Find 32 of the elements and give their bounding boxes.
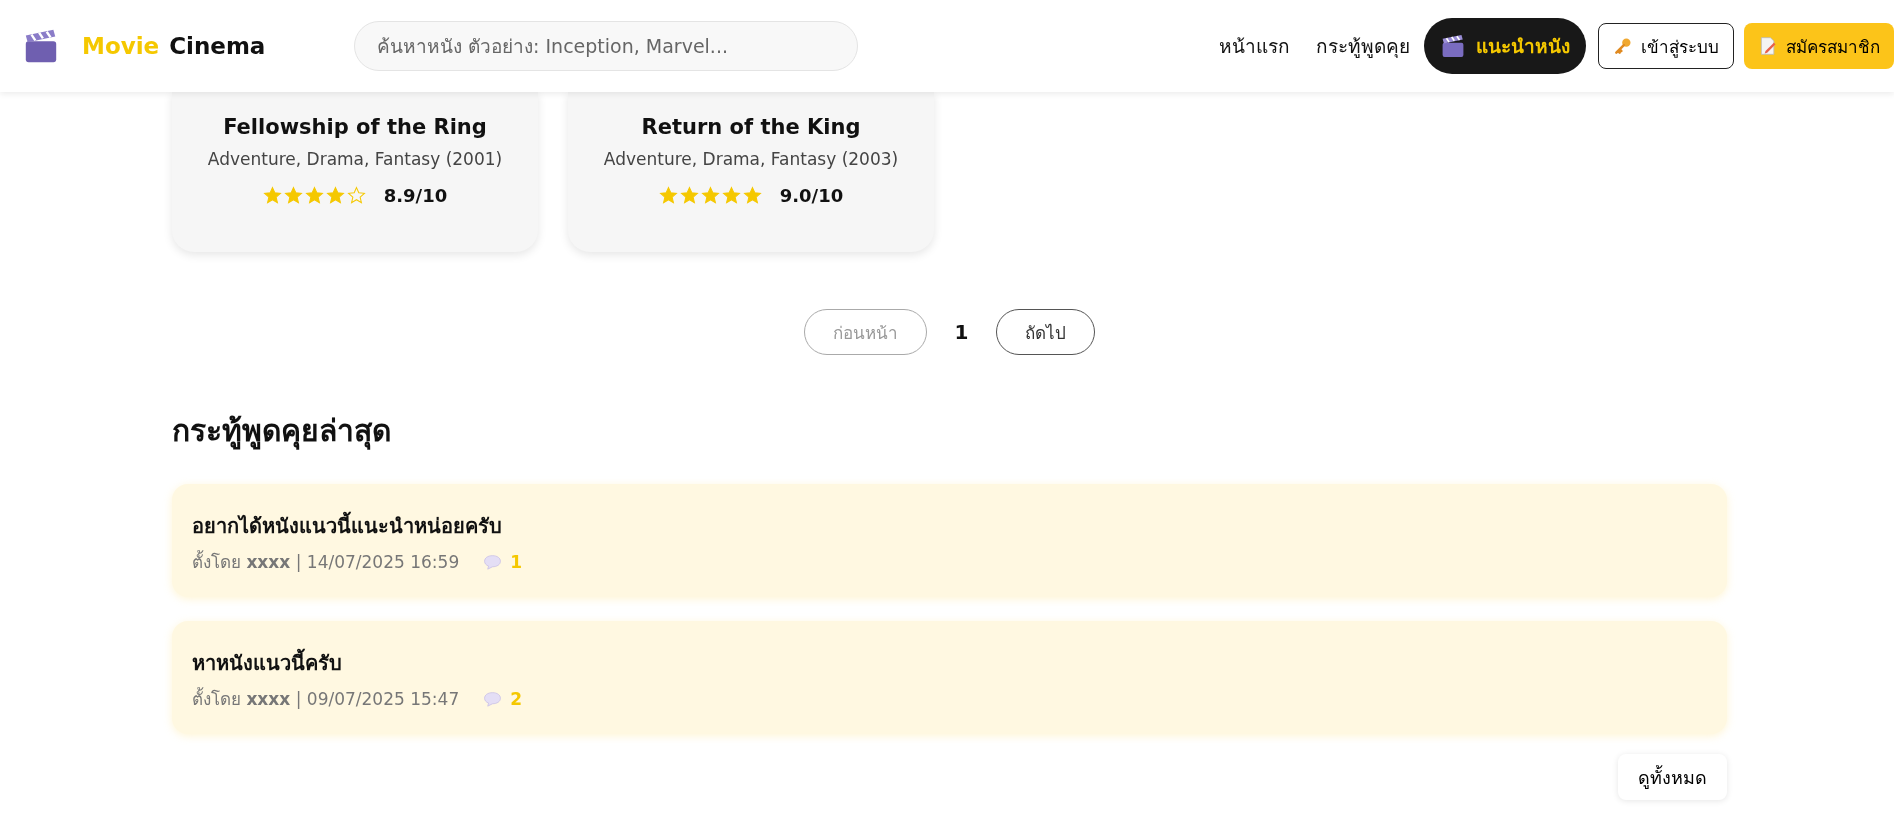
nav-link[interactable]: แนะนำหนัง [1424,18,1586,74]
section-heading: กระทู้พูดคุยล่าสุด [172,412,392,452]
movie-genre: Adventure, Drama, Fantasy (2003) [603,149,899,169]
thread-meta: ตั้งโดย xxxx | 09/07/2025 15:47 [192,686,460,711]
thread-card[interactable]: หาหนังแนวนี้ครับ ตั้งโดย xxxx | 09/07/2025 15:47 2 [172,621,1727,734]
thread-title[interactable]: อยากได้หนังแนวนี้แนะนำหน่อยครับ [192,510,1707,542]
rating-score: 8.9/10 [383,185,448,206]
speech-bubble-icon [483,553,503,570]
nav-link[interactable]: กระทู้พูดคุย [1304,18,1422,74]
document-pencil-icon [1758,36,1778,56]
next-page-button[interactable]: ถัดไป [996,309,1096,355]
register-button[interactable]: สมัครสมาชิก [1744,23,1894,69]
login-button[interactable]: เข้าสู่ระบบ [1598,23,1734,69]
movie-card[interactable]: Return of the King Adventure, Drama, Fantasy (2003) 9.0/10 [568,92,934,252]
comment-count: 2 [510,688,523,709]
clapperboard-icon [1440,33,1466,59]
nav-link[interactable]: หน้าแรก [1207,18,1302,74]
movie-title: Fellowship of the Ring [223,115,487,139]
brand-name[interactable]: Cinema [169,33,266,59]
view-all-button[interactable]: ดูทั้งหมด [1618,754,1727,800]
thread-card[interactable]: อยากได้หนังแนวนี้แนะนำหน่อยครับ ตั้งโดย xxxx | 14/07/2025 16:59 1 [172,484,1727,597]
search-field[interactable]: ค้นหาหนัง ตัวอย่าง: Inception, Marvel... [354,21,858,71]
movie-card[interactable]: Fellowship of the Ring Adventure, Drama, Fantasy (2001) 8.9/10 [172,92,538,252]
thread-title[interactable]: หาหนังแนวนี้ครับ [192,647,1707,679]
page-number: 1 [954,320,969,344]
key-icon [1613,36,1633,56]
speech-bubble-icon [483,690,503,707]
comment-count: 1 [510,551,523,572]
movie-genre: Adventure, Drama, Fantasy (2001) [207,149,503,169]
movie-title: Return of the King [641,115,861,139]
rating-score: 9.0/10 [779,185,844,206]
thread-meta: ตั้งโดย xxxx | 14/07/2025 16:59 [192,549,460,574]
